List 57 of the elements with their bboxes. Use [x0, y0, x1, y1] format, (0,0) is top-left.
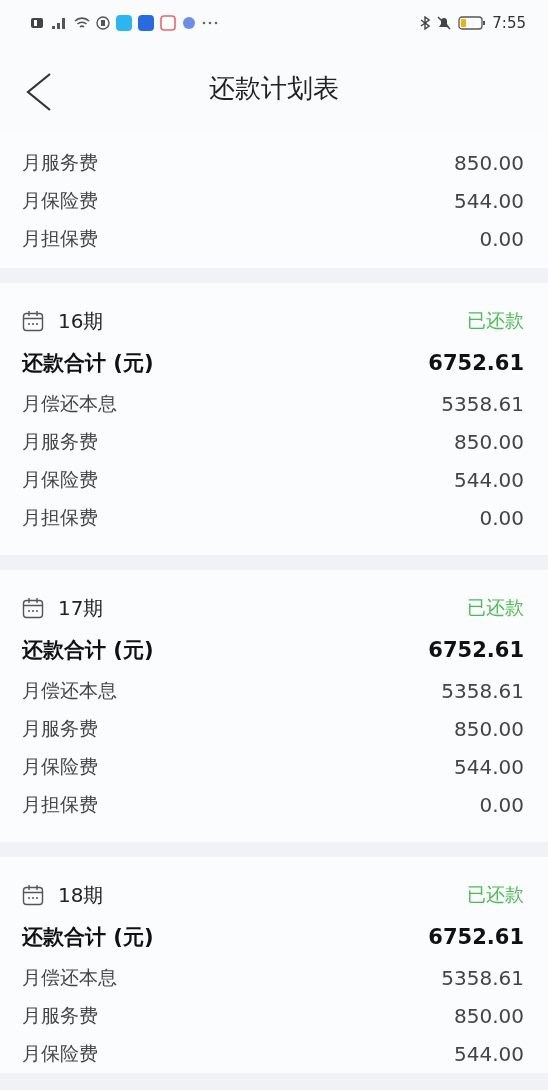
period-label: 18期 [58, 881, 104, 909]
period-label: 16期 [58, 307, 104, 335]
circle-icon [96, 16, 110, 30]
total-amount: 6752.61 [428, 638, 524, 662]
fee-label: 月保险费 [22, 1041, 98, 1066]
fee-label: 月担保费 [22, 505, 98, 530]
app-icon [116, 15, 132, 31]
more-icon [202, 21, 218, 25]
status-label: 已还款 [467, 882, 524, 907]
fee-label: 月偿还本息 [22, 678, 117, 703]
fee-amount: 544.00 [454, 189, 524, 213]
fee-label: 月偿还本息 [22, 965, 117, 990]
fee-amount: 850.00 [454, 151, 524, 175]
total-label: 还款合计 (元) [22, 924, 154, 951]
calendar-icon [22, 884, 44, 906]
app-icon [182, 16, 196, 30]
period-label: 17期 [58, 594, 104, 622]
status-time: 7:55 [492, 14, 526, 32]
fee-amount: 0.00 [479, 227, 524, 251]
calendar-icon [22, 310, 44, 332]
page-title: 还款计划表 [209, 71, 339, 105]
fee-label: 月服务费 [22, 716, 98, 741]
fee-amount: 850.00 [454, 717, 524, 741]
total-amount: 6752.61 [428, 925, 524, 949]
fee-label: 月担保费 [22, 226, 98, 251]
fee-label: 月保险费 [22, 467, 98, 492]
wifi-icon [74, 16, 90, 30]
app-icon [160, 15, 176, 31]
fee-amount: 0.00 [479, 506, 524, 530]
fee-amount: 0.00 [479, 793, 524, 817]
fee-label: 月服务费 [22, 150, 98, 175]
bluetooth-icon [420, 16, 431, 30]
battery-icon [458, 16, 487, 30]
fee-label: 月保险费 [22, 754, 98, 779]
calendar-icon [22, 597, 44, 619]
status-label: 已还款 [467, 595, 524, 620]
fee-amount: 5358.61 [441, 679, 524, 703]
fee-amount: 5358.61 [441, 392, 524, 416]
fee-amount: 544.00 [454, 755, 524, 779]
total-label: 还款合计 (元) [22, 637, 154, 664]
fee-amount: 850.00 [454, 1004, 524, 1028]
total-label: 还款合计 (元) [22, 350, 154, 377]
fee-label: 月服务费 [22, 1003, 98, 1028]
fee-amount: 850.00 [454, 430, 524, 454]
muted-bell-icon [436, 16, 453, 30]
fee-label: 月服务费 [22, 429, 98, 454]
fee-amount: 5358.61 [441, 966, 524, 990]
fee-label: 月偿还本息 [22, 391, 117, 416]
fee-label: 月保险费 [22, 188, 98, 213]
fee-amount: 544.00 [454, 468, 524, 492]
fee-amount: 544.00 [454, 1042, 524, 1066]
sim-icon [30, 17, 44, 29]
signal-icon [50, 16, 68, 30]
app-icon [138, 15, 154, 31]
status-label: 已还款 [467, 308, 524, 333]
fee-label: 月担保费 [22, 792, 98, 817]
total-amount: 6752.61 [428, 351, 524, 375]
